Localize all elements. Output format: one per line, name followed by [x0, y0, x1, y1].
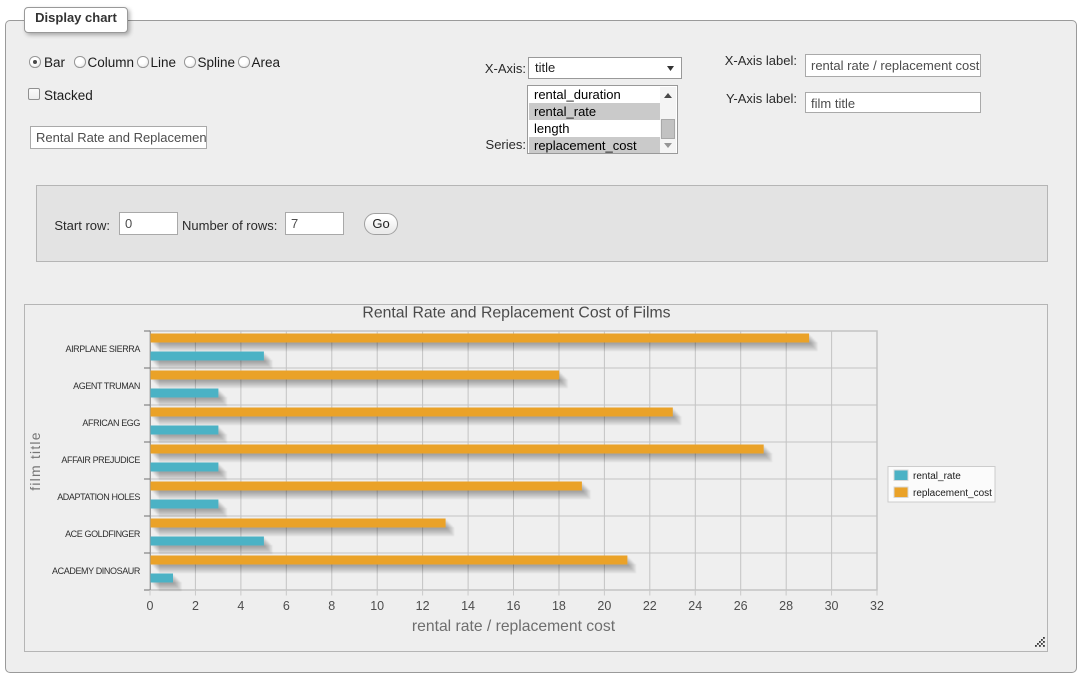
- svg-text:rental_rate: rental_rate: [913, 471, 961, 482]
- svg-text:AIRPLANE SIERRA: AIRPLANE SIERRA: [65, 344, 140, 354]
- svg-text:replacement_cost: replacement_cost: [913, 488, 992, 499]
- svg-text:ACE GOLDFINGER: ACE GOLDFINGER: [65, 529, 141, 539]
- svg-text:film title: film title: [27, 431, 43, 490]
- svg-text:AGENT TRUMAN: AGENT TRUMAN: [73, 381, 140, 391]
- svg-text:18: 18: [552, 599, 566, 613]
- svg-text:8: 8: [328, 599, 335, 613]
- svg-text:AFRICAN EGG: AFRICAN EGG: [82, 418, 140, 428]
- svg-text:10: 10: [370, 599, 384, 613]
- svg-text:6: 6: [283, 599, 290, 613]
- svg-text:rental rate / replacement cost: rental rate / replacement cost: [412, 618, 616, 635]
- svg-text:4: 4: [237, 599, 244, 613]
- svg-text:22: 22: [643, 599, 657, 613]
- svg-text:16: 16: [507, 599, 521, 613]
- svg-text:28: 28: [779, 599, 793, 613]
- svg-text:12: 12: [416, 599, 430, 613]
- svg-text:30: 30: [825, 599, 839, 613]
- svg-text:24: 24: [688, 599, 702, 613]
- svg-text:32: 32: [870, 599, 884, 613]
- svg-text:AFFAIR PREJUDICE: AFFAIR PREJUDICE: [61, 455, 140, 465]
- svg-text:20: 20: [597, 599, 611, 613]
- svg-text:2: 2: [192, 599, 199, 613]
- svg-text:26: 26: [734, 599, 748, 613]
- svg-text:ADAPTATION HOLES: ADAPTATION HOLES: [57, 492, 140, 502]
- svg-text:ACADEMY DINOSAUR: ACADEMY DINOSAUR: [52, 566, 141, 576]
- svg-text:14: 14: [461, 599, 475, 613]
- svg-text:Rental Rate and Replacement Co: Rental Rate and Replacement Cost of Film…: [362, 305, 670, 322]
- svg-text:0: 0: [147, 599, 154, 613]
